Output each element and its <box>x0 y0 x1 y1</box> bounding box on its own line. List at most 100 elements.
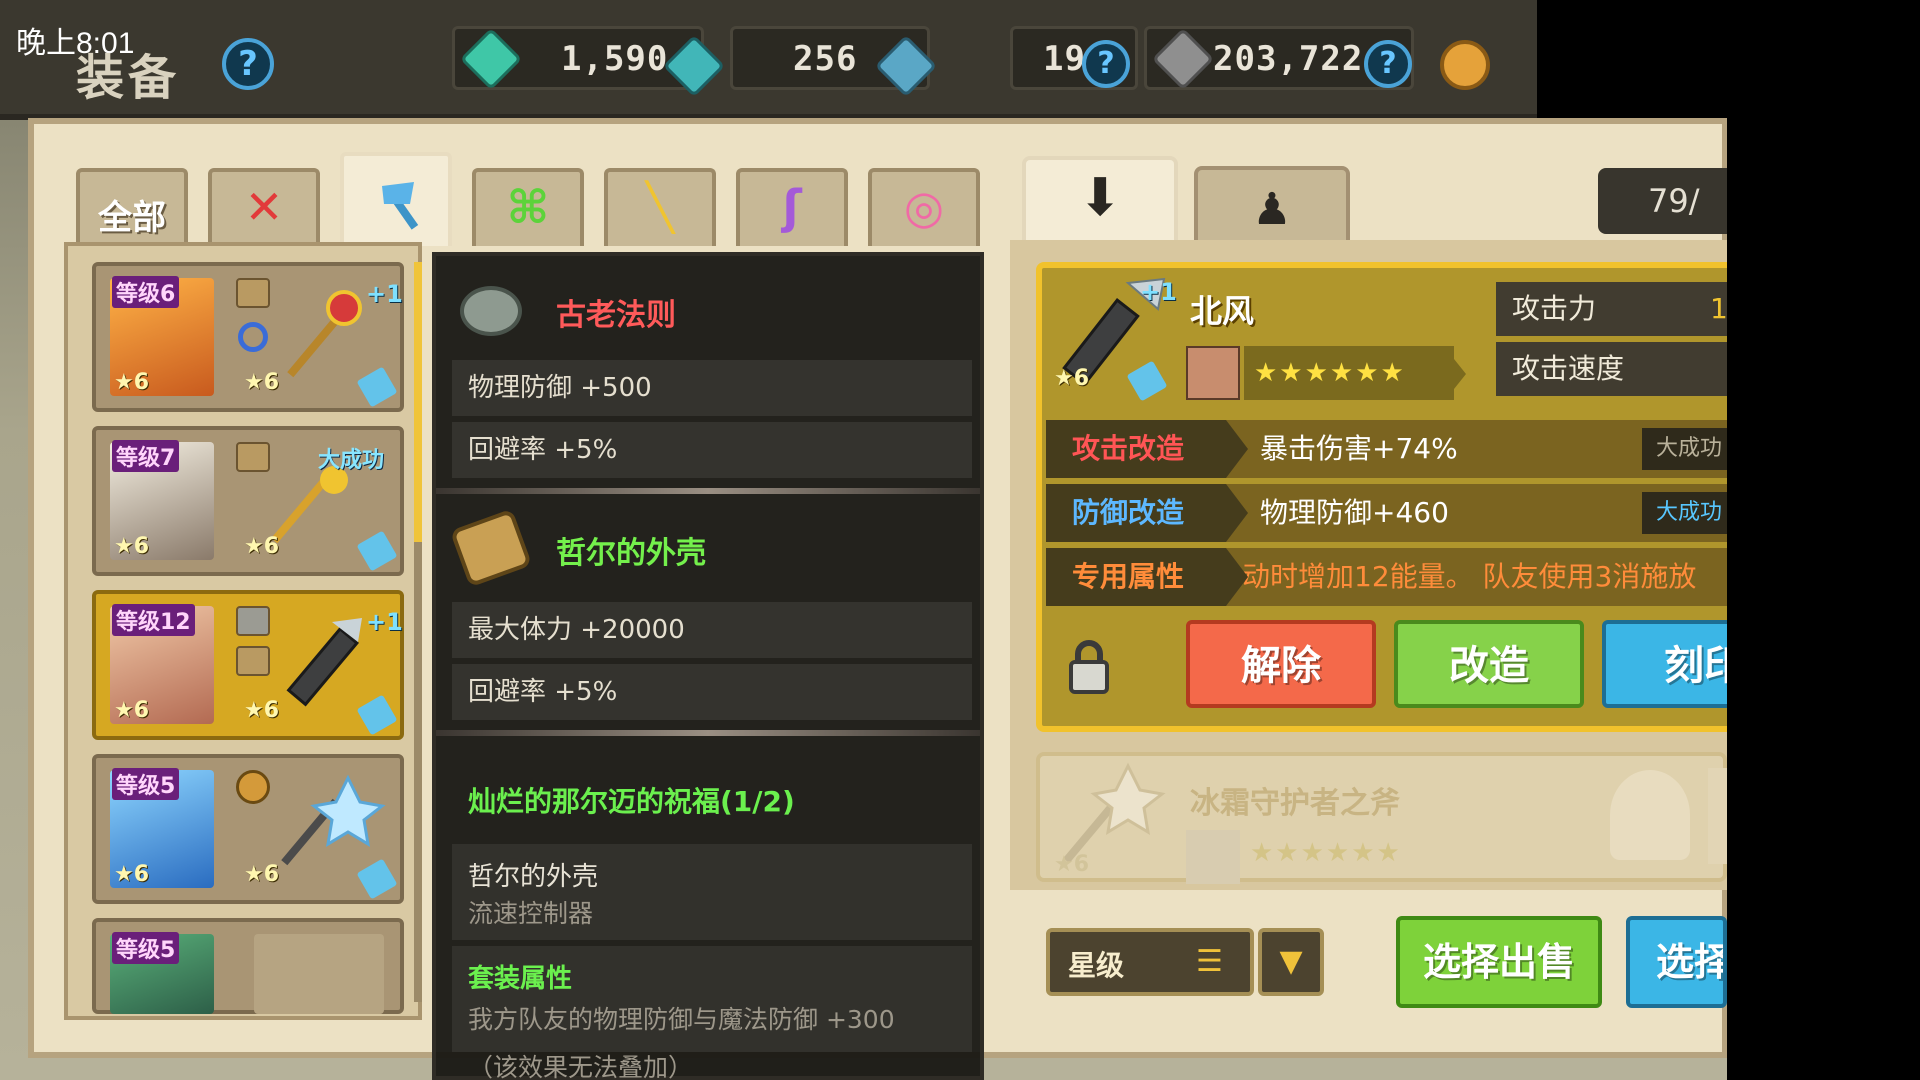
owner-portrait <box>1186 830 1240 884</box>
hero-level: 等级5 <box>112 768 180 800</box>
axe-icon <box>382 182 419 230</box>
tab-sword[interactable]: ✕ <box>208 168 320 246</box>
hero-stars: ★6 <box>114 534 150 559</box>
hero-level: 等级6 <box>112 276 180 308</box>
hero-level: 等级12 <box>112 604 195 636</box>
staff-weapon-icon <box>287 290 362 378</box>
list-item[interactable]: 等级5 ★6 ★6 <box>92 754 404 904</box>
tooltip-item-name: 哲尔的外壳 <box>556 536 706 571</box>
tooltip-stat: 回避率 +5% <box>452 422 972 478</box>
list-item[interactable]: 等级5 <box>92 918 404 1014</box>
list-icon: ☰ <box>1196 944 1223 979</box>
list-item[interactable]: 等级6 ★6 +1 ★6 <box>92 262 404 412</box>
tooltip-stat: 最大体力 +20000 <box>452 602 972 658</box>
mod-label: 专用属性 <box>1046 548 1226 606</box>
mod-value: 物理防御+460 <box>1260 496 1449 529</box>
tooltip-divider <box>436 488 980 494</box>
mod-label: 攻击改造 <box>1046 420 1226 478</box>
rifle-icon: ╲ <box>646 180 674 234</box>
mod-value: 动时增加12能量。 队友使用3消施放 <box>1242 560 1697 593</box>
tab-staff[interactable]: ʃ <box>736 168 848 246</box>
help-icon[interactable]: ? <box>1082 40 1130 88</box>
mushroom-charm-icon <box>1610 770 1690 860</box>
select-sell-button[interactable]: 选择出售 <box>1396 916 1602 1008</box>
hero-level: 等级7 <box>112 440 180 472</box>
ancient-law-icon <box>460 286 522 336</box>
hero-stars: ★6 <box>114 370 150 395</box>
set-attr-value: 我方队友的物理防御与魔法防御 +300 <box>468 1005 895 1034</box>
staff-icon: ʃ <box>782 180 802 234</box>
sort-label: 星级 <box>1068 949 1125 982</box>
hero-level: 等级5 <box>112 932 180 964</box>
ring-icon: ◎ <box>903 180 945 234</box>
help-icon[interactable]: ? <box>222 38 274 90</box>
select-button[interactable]: 选择 <box>1626 916 1727 1008</box>
mod-value: 暴击伤害+74% <box>1260 432 1458 465</box>
screen-edge <box>1727 0 1920 1080</box>
bow-icon: ⌘ <box>506 180 550 234</box>
stat-attack: 攻击力 1 <box>1496 282 1728 336</box>
owner-portrait[interactable] <box>1186 346 1240 400</box>
mod-row-defense[interactable]: 防御改造 物理防御+460 大成功 <box>1046 484 1732 542</box>
list-scrollbar[interactable] <box>414 262 422 1002</box>
tab-weapons[interactable]: ⬇ <box>1022 156 1178 246</box>
modify-button[interactable]: 改造 <box>1394 620 1584 708</box>
tooltip-item-header: 古老法则 <box>444 268 980 368</box>
enhance-level: +1 <box>1140 278 1177 306</box>
lock-icon[interactable] <box>1068 640 1110 694</box>
sword-icon: ✕ <box>244 180 284 234</box>
mod-label: 防御改造 <box>1046 484 1226 542</box>
starbar-arrow <box>1450 354 1466 394</box>
next-card-edge <box>1708 768 1727 864</box>
mod-arrow <box>1226 420 1248 478</box>
next-weapon-name: 冰霜守护者之斧 <box>1190 786 1400 821</box>
mod-arrow <box>1226 548 1248 606</box>
stat-attack-speed: 攻击速度 <box>1496 342 1727 396</box>
tooltip-stat: 回避率 +5% <box>452 664 972 720</box>
green-crystal-icon <box>459 27 523 91</box>
weapon-stars: ★6 <box>244 370 280 395</box>
great-success-tag: 大成功 <box>318 448 385 473</box>
shop-coin-icon[interactable] <box>1440 40 1490 90</box>
set-attr-label: 套装属性 <box>468 964 573 994</box>
weapon-stars: ★6 <box>244 534 280 559</box>
set-member-missing: 流速控制器 <box>468 899 594 928</box>
enhance-level: +1 <box>366 280 403 308</box>
mod-tag: 大成功 <box>1642 428 1732 470</box>
chevron-down-icon: ▼ <box>1279 944 1303 979</box>
resource-value: 203,722 <box>1213 39 1364 79</box>
tab-accessory[interactable]: ◎ <box>868 168 980 246</box>
list-item-selected[interactable]: 等级12 ★6 +1 ★6 <box>92 590 404 740</box>
mod-arrow <box>1226 484 1248 542</box>
stat-label: 攻击力 <box>1512 292 1597 325</box>
mod-row-attack[interactable]: 攻击改造 暴击伤害+74% 大成功 <box>1046 420 1732 478</box>
set-title: 灿烂的那尔迈的祝福(1/2) <box>468 785 795 818</box>
scrollbar-thumb[interactable] <box>414 262 422 542</box>
hero-stars: ★6 <box>114 862 150 887</box>
next-weapon-stars: ★★★★★★ <box>1250 838 1402 868</box>
tab-axe[interactable] <box>340 152 452 246</box>
tab-accessories[interactable]: ♟ <box>1194 166 1350 246</box>
tab-bow[interactable]: ⌘ <box>472 168 584 246</box>
resource-green-crystal: 1,590 <box>452 26 704 91</box>
weapon-icon: ⬇ <box>1078 168 1122 228</box>
shell-icon <box>449 508 533 588</box>
sort-select[interactable]: 星级 ☰ <box>1046 928 1254 996</box>
weapon-name: 北风 <box>1190 292 1255 330</box>
tooltip-item-name: 古老法则 <box>556 298 676 333</box>
accessory-icon: ♟ <box>1252 184 1292 235</box>
tab-rifle[interactable]: ╲ <box>604 168 716 246</box>
unequip-button[interactable]: 解除 <box>1186 620 1376 708</box>
sort-dropdown-button[interactable]: ▼ <box>1258 928 1324 996</box>
tab-all[interactable]: 全部 <box>76 168 188 246</box>
set-note: （该效果无法叠加） <box>468 1053 694 1080</box>
tooltip-divider <box>436 730 980 736</box>
list-item[interactable]: 等级7 ★6 大成功 ★6 <box>92 426 404 576</box>
set-attribute-box: 套装属性 我方队友的物理防御与魔法防御 +300 <box>452 946 972 1052</box>
page-title: 装备 <box>76 50 181 106</box>
resource-value: 19 <box>1043 39 1086 79</box>
weapon-stars: ★6 <box>244 862 280 887</box>
mod-row-exclusive[interactable]: 动时增加12能量。 队友使用3消施放 专用属性 <box>1046 548 1727 606</box>
help-icon[interactable]: ? <box>1364 40 1412 88</box>
mod-tag: 大成功 <box>1642 492 1732 534</box>
